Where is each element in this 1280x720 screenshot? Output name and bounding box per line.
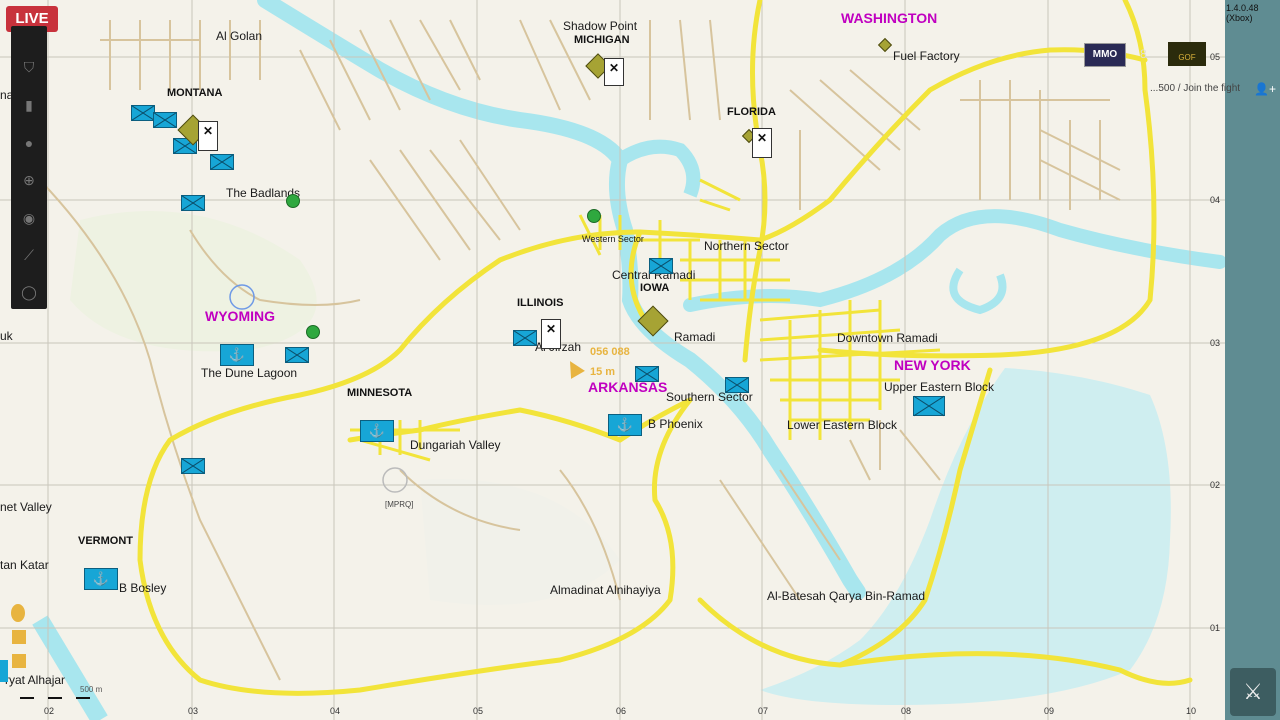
- objective-label-michigan: MICHIGAN: [574, 34, 630, 46]
- place-label: Al Golan: [216, 29, 263, 43]
- control-point-marker[interactable]: [725, 377, 749, 393]
- place-label: ryat Alhajar: [5, 673, 66, 687]
- target-icon[interactable]: ◉: [20, 209, 38, 227]
- control-point-marker[interactable]: [913, 396, 945, 416]
- squad-marker-icon[interactable]: [11, 604, 25, 622]
- grid-label-x: 08: [901, 706, 912, 716]
- mprq-label: [MPRQ]: [385, 500, 414, 509]
- ruler-icon[interactable]: ⟋: [20, 246, 38, 264]
- side-panel: [1225, 0, 1280, 720]
- gof-logo: GOF: [1168, 42, 1206, 66]
- control-point-marker[interactable]: [649, 258, 673, 274]
- place-label: Al-Batesah Qarya Bin-Ramad: [767, 589, 926, 603]
- place-label: Fuel Factory: [893, 49, 960, 63]
- squad-marker-icon[interactable]: [12, 630, 26, 644]
- sector-label-wyoming: WYOMING: [205, 308, 275, 324]
- shield-icon[interactable]: ⛉: [20, 58, 38, 76]
- grid-label-x: 02: [44, 706, 55, 716]
- mmo-number: 8: [1140, 47, 1147, 61]
- distance-meters: 15 m: [590, 366, 616, 378]
- fob-anchor-icon[interactable]: ⚓: [608, 414, 642, 436]
- grid-label-x: 09: [1044, 706, 1055, 716]
- grid-label-y: 03: [1210, 338, 1221, 348]
- place-label: Northern Sector: [704, 239, 789, 253]
- place-label: Downtown Ramadi: [837, 331, 938, 345]
- grid-label-x: 06: [616, 706, 627, 716]
- warrior-logo-icon: ⚔: [1230, 668, 1276, 716]
- fob-anchor-icon[interactable]: ⚓: [360, 420, 394, 442]
- friendly-marker-icon[interactable]: [0, 660, 8, 682]
- version-label: 1.4.0.48 (Xbox): [1226, 3, 1259, 23]
- place-label: uk: [0, 329, 13, 343]
- place-label: Upper Eastern Block: [884, 380, 995, 394]
- place-label: B Phoenix: [648, 417, 703, 431]
- place-label: Lower Eastern Block: [787, 418, 898, 432]
- place-label: tan Katar: [0, 558, 49, 572]
- control-point-marker[interactable]: [181, 458, 205, 474]
- rally-point-icon[interactable]: [587, 209, 601, 223]
- place-label: Almadinat Alnihayiya: [550, 583, 661, 597]
- grid-label-x: 05: [473, 706, 484, 716]
- place-label: Ramadi: [674, 330, 716, 344]
- grid-label-y: 02: [1210, 480, 1221, 490]
- place-label: net Valley: [0, 500, 52, 514]
- sector-label-washington: WASHINGTON: [841, 10, 938, 26]
- place-label: The Dune Lagoon: [201, 366, 298, 380]
- map-toolbar: ⛉ ▮ ● ⊕ ◉ ⟋ ◯: [11, 26, 47, 309]
- objective-label-florida: FLORIDA: [727, 106, 776, 118]
- fob-anchor-icon[interactable]: ⚓: [84, 568, 118, 590]
- control-point-marker[interactable]: [285, 347, 309, 363]
- place-label: Dungariah Valley: [410, 438, 501, 452]
- place-label: B Bosley: [119, 581, 167, 595]
- grid-label-x: 03: [188, 706, 199, 716]
- control-point-marker[interactable]: [513, 330, 537, 346]
- control-point-marker[interactable]: [181, 195, 205, 211]
- objective-flag-icon[interactable]: ✕: [604, 58, 624, 86]
- squad-marker-icon[interactable]: [12, 654, 26, 668]
- objective-label-vermont: VERMONT: [78, 535, 133, 547]
- sector-label-new-york: NEW YORK: [894, 357, 971, 373]
- place-label: Shadow Point: [563, 19, 638, 33]
- objective-label-minnesota: MINNESOTA: [347, 387, 413, 399]
- ring-icon[interactable]: ◯: [20, 283, 38, 301]
- sector-label-arkansas: ARKANSAS: [588, 379, 668, 395]
- objective-flag-icon[interactable]: ✕: [752, 128, 772, 158]
- grid-label-x: 07: [758, 706, 769, 716]
- objective-flag-icon[interactable]: ✕: [541, 319, 561, 349]
- grid-label-y: 04: [1210, 195, 1221, 205]
- join-fight-text: ...500 / Join the fight: [1150, 83, 1241, 94]
- marker-icon[interactable]: ●: [20, 134, 38, 152]
- globe-icon[interactable]: ⊕: [20, 171, 38, 189]
- objective-flag-icon[interactable]: ✕: [198, 121, 218, 151]
- control-point-marker[interactable]: [635, 366, 659, 382]
- map-terrain: [0, 0, 1225, 720]
- grid-label-x: 10: [1186, 706, 1197, 716]
- place-label: Western Sector: [582, 234, 644, 244]
- objective-label-illinois: ILLINOIS: [517, 297, 564, 309]
- objective-label-iowa: IOWA: [640, 282, 670, 294]
- pen-icon[interactable]: ▮: [20, 96, 38, 114]
- grid-label-x: 04: [330, 706, 341, 716]
- objective-label-montana: MONTANA: [167, 87, 223, 99]
- tactical-map[interactable]: 02 03 04 05 06 07 08 09 10 05 04 03 02 0…: [0, 0, 1225, 720]
- rally-point-icon[interactable]: [286, 194, 300, 208]
- control-point-marker[interactable]: [210, 154, 234, 170]
- scale-label: 500 m: [80, 685, 103, 694]
- mmo-logo: MMO: [1084, 43, 1126, 67]
- fob-anchor-icon[interactable]: ⚓: [220, 344, 254, 366]
- distance-readout: 056 088: [590, 346, 630, 358]
- add-user-icon[interactable]: 👤+: [1254, 82, 1276, 96]
- control-point-marker[interactable]: [153, 112, 177, 128]
- rally-point-icon[interactable]: [306, 325, 320, 339]
- grid-label-y: 01: [1210, 623, 1221, 633]
- control-point-marker[interactable]: [131, 105, 155, 121]
- grid-label-y: 05: [1210, 52, 1221, 62]
